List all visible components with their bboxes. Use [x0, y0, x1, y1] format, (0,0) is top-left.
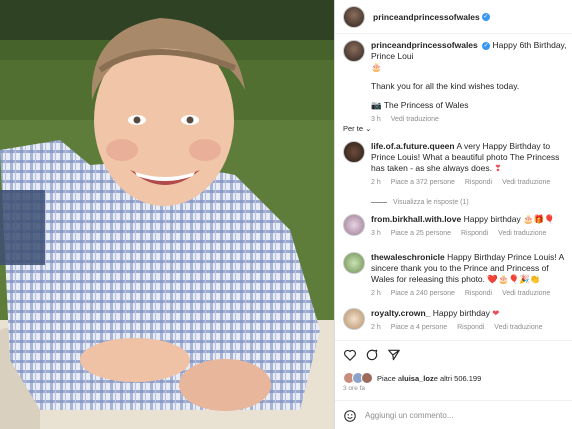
reply-button[interactable]: Rispondi — [465, 179, 492, 186]
sort-label: Per te ⌄ — [343, 124, 372, 133]
reply-button[interactable]: Rispondi — [465, 290, 492, 297]
sort-selector[interactable]: Per te ⌄ — [343, 124, 572, 133]
comment-input[interactable]: Aggiungi un commento... — [365, 411, 454, 420]
add-comment-bar: Aggiungi un commento... — [335, 400, 572, 429]
comment-avatar[interactable] — [343, 214, 365, 236]
translate-button[interactable]: Vedi traduzione — [502, 290, 550, 297]
heart-emoji-icon: ❣ — [494, 163, 502, 173]
comment-likes[interactable]: Piace a 25 persone — [391, 230, 451, 237]
translate-button[interactable]: Vedi traduzione — [494, 324, 542, 331]
likes-prefix: Piace a — [377, 373, 403, 383]
caption-avatar[interactable] — [343, 40, 365, 62]
comment-age: 2 h — [371, 324, 381, 331]
comment-meta: 3 h Piace a 25 persone Rispondi Vedi tra… — [371, 228, 572, 239]
caption-emoji: 🎂 — [371, 62, 382, 72]
view-replies[interactable]: Visualizza le risposte (1) — [371, 197, 572, 208]
post-panel: princeandprincessofwales ✓ princeandprin… — [334, 0, 572, 429]
actions-divider — [335, 340, 572, 341]
verified-badge-icon: ✓ — [481, 12, 490, 21]
comment-avatar[interactable] — [343, 252, 365, 274]
comment-likes[interactable]: Piace a 372 persone — [391, 179, 455, 186]
post-photo — [0, 0, 334, 429]
post-actions — [343, 348, 401, 362]
comment-meta: 2 h Piace a 240 persone Rispondi Vedi tr… — [371, 288, 572, 299]
comment-avatar[interactable] — [343, 308, 365, 330]
comment-likes[interactable]: Piace a 240 persone — [391, 290, 455, 297]
verified-badge-icon: ✓ — [482, 41, 491, 50]
translate-button[interactable]: Vedi traduzione — [498, 230, 546, 237]
caption-age: 3 h — [371, 116, 381, 123]
comment-age: 2 h — [371, 179, 381, 186]
view-replies-label: Visualizza le risposte (1) — [393, 199, 469, 206]
comment-username[interactable]: thewaleschronicle — [371, 252, 445, 262]
emoji-icon[interactable] — [343, 409, 357, 423]
likes-summary[interactable]: Piace a luisa_loz e altri 506.199 — [343, 372, 481, 384]
translate-button[interactable]: Vedi traduzione — [502, 179, 550, 186]
post-time: 3 ore fa — [343, 385, 366, 392]
comment-age: 2 h — [371, 290, 381, 297]
share-icon[interactable] — [387, 348, 401, 362]
comment-text: Happy birthday — [432, 308, 490, 318]
header-username[interactable]: princeandprincessofwales — [373, 12, 480, 22]
heart-emoji-icon: ❤ — [492, 308, 500, 318]
comment-avatar[interactable] — [343, 141, 365, 163]
comment-icon[interactable] — [365, 348, 379, 362]
reply-button[interactable]: Rispondi — [457, 324, 484, 331]
caption-credit: 📷 The Princess of Wales — [371, 100, 469, 110]
liker-avatar — [361, 372, 373, 384]
comment-username[interactable]: royalty.crown_ — [371, 308, 430, 318]
comment-username[interactable]: from.birkhall.with.love — [371, 214, 461, 224]
comment-age: 3 h — [371, 230, 381, 237]
caption-translate[interactable]: Vedi traduzione — [391, 116, 439, 123]
heart-icon[interactable] — [343, 348, 357, 362]
caption-thanks: Thank you for all the kind wishes today. — [371, 81, 520, 91]
post-header: princeandprincessofwales ✓ — [335, 0, 572, 34]
comment-text: Happy birthday 🎂🎁🎈 — [463, 214, 555, 224]
comment-meta: 2 h Piace a 4 persone Rispondi Vedi trad… — [371, 322, 572, 333]
comment-likes[interactable]: Piace a 4 persone — [391, 324, 447, 331]
likes-suffix: e altri 506.199 — [433, 373, 482, 383]
replies-line — [371, 201, 387, 203]
photo-illustration — [0, 0, 334, 429]
comment-username[interactable]: life.of.a.future.queen — [371, 141, 455, 151]
caption-username[interactable]: princeandprincessofwales — [371, 40, 478, 50]
liker-username[interactable]: luisa_loz — [402, 374, 434, 383]
reply-button[interactable]: Rispondi — [461, 230, 488, 237]
comment-meta: 2 h Piace a 372 persone Rispondi Vedi tr… — [371, 177, 572, 188]
account-avatar[interactable] — [343, 5, 365, 28]
